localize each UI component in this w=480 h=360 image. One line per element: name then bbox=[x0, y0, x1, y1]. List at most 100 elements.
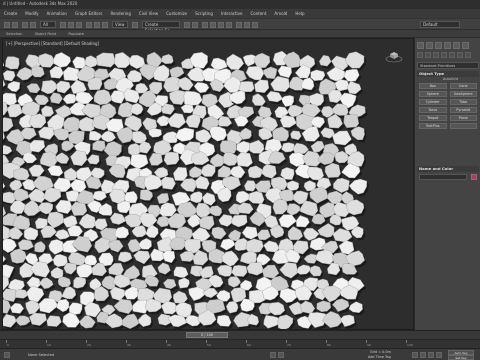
space-warps-icon[interactable] bbox=[457, 52, 463, 58]
rock[interactable] bbox=[299, 300, 316, 315]
rock[interactable] bbox=[286, 180, 300, 192]
workspace-dropdown[interactable]: Default bbox=[420, 21, 460, 28]
render-teapot-icon[interactable] bbox=[252, 22, 258, 28]
rock[interactable] bbox=[3, 288, 17, 303]
menu-item[interactable]: Modify bbox=[21, 11, 42, 16]
snap-icon[interactable] bbox=[132, 22, 138, 28]
rock[interactable] bbox=[288, 152, 306, 167]
rock[interactable] bbox=[185, 114, 201, 129]
rock[interactable] bbox=[251, 93, 266, 106]
menu-item[interactable]: Create bbox=[0, 11, 21, 16]
menu-item[interactable]: Graph Editors bbox=[71, 11, 106, 16]
rotate-icon[interactable] bbox=[94, 22, 100, 28]
autogrid-checkbox[interactable]: AutoGrid bbox=[443, 77, 458, 81]
ribbon-tab[interactable]: Populate bbox=[62, 32, 90, 36]
rock[interactable] bbox=[309, 265, 323, 277]
geometry-icon[interactable] bbox=[417, 52, 423, 58]
menu-item[interactable]: Animation bbox=[43, 11, 71, 16]
rock[interactable] bbox=[326, 190, 343, 205]
undo-icon[interactable] bbox=[4, 22, 10, 28]
menu-item[interactable]: Customize bbox=[162, 11, 191, 16]
align-icon[interactable] bbox=[192, 22, 198, 28]
rock[interactable] bbox=[34, 241, 46, 253]
rock[interactable] bbox=[5, 56, 20, 70]
name-and-color-rollout-header[interactable]: Name and Color bbox=[417, 166, 479, 172]
maxscript-listener-icon[interactable] bbox=[4, 352, 10, 358]
modify-tab-icon[interactable] bbox=[426, 42, 433, 49]
utilities-tab-icon[interactable] bbox=[462, 42, 469, 49]
rock[interactable] bbox=[127, 143, 141, 156]
rock[interactable] bbox=[247, 165, 263, 179]
ribbon-tab[interactable]: Object Paint bbox=[29, 32, 63, 36]
object-type-button[interactable]: Box bbox=[419, 83, 447, 89]
lights-icon[interactable] bbox=[433, 52, 439, 58]
rock[interactable] bbox=[281, 95, 294, 107]
rock[interactable] bbox=[236, 202, 254, 215]
rock[interactable] bbox=[231, 264, 248, 277]
rock[interactable] bbox=[70, 201, 88, 216]
primitive-category-dropdown[interactable]: Standard Primitives bbox=[417, 62, 479, 69]
set-key-button[interactable]: Set Key bbox=[448, 355, 474, 360]
next-frame-icon[interactable] bbox=[436, 352, 442, 358]
object-color-swatch[interactable] bbox=[471, 174, 477, 180]
rock[interactable] bbox=[96, 52, 116, 68]
named-selection-set-dropdown[interactable]: Create Selection Se bbox=[142, 21, 180, 33]
object-type-button[interactable]: Teapot bbox=[419, 115, 447, 121]
track-bar[interactable]: 0 10 20 30 40 50 60 70 80 90 100 bbox=[0, 339, 480, 348]
object-type-button[interactable]: Tube bbox=[449, 99, 477, 105]
time-slider-thumb[interactable]: 0 / 100 bbox=[186, 332, 228, 338]
previous-frame-icon[interactable] bbox=[420, 352, 426, 358]
hierarchy-tab-icon[interactable] bbox=[435, 42, 442, 49]
shapes-icon[interactable] bbox=[425, 52, 431, 58]
rock[interactable] bbox=[53, 128, 70, 141]
rock[interactable] bbox=[310, 69, 326, 81]
menu-item[interactable]: Scripting bbox=[191, 11, 217, 16]
play-icon[interactable] bbox=[428, 352, 434, 358]
selection-filter-dropdown[interactable]: All bbox=[40, 21, 56, 28]
menu-item[interactable]: Rendering bbox=[106, 11, 134, 16]
mirror-icon[interactable] bbox=[184, 22, 190, 28]
select-by-name-icon[interactable] bbox=[68, 22, 74, 28]
rock[interactable] bbox=[245, 65, 265, 81]
rock[interactable] bbox=[216, 264, 232, 277]
menu-item[interactable]: Content bbox=[246, 11, 270, 16]
motion-tab-icon[interactable] bbox=[444, 42, 451, 49]
object-type-button[interactable]: TextPlus bbox=[419, 123, 447, 129]
rock[interactable] bbox=[183, 90, 203, 106]
display-tab-icon[interactable] bbox=[453, 42, 460, 49]
layer-explorer-icon[interactable] bbox=[202, 22, 208, 28]
rock[interactable] bbox=[84, 55, 98, 68]
curve-editor-icon[interactable] bbox=[210, 22, 216, 28]
object-type-button[interactable]: GeoSphere bbox=[449, 91, 477, 97]
cameras-icon[interactable] bbox=[441, 52, 447, 58]
perspective-viewport[interactable]: [+] [Perspective] [Standard] [Default Sh… bbox=[2, 38, 414, 330]
rock[interactable] bbox=[248, 190, 265, 204]
rock[interactable] bbox=[178, 277, 190, 289]
render-setup-icon[interactable] bbox=[236, 22, 242, 28]
rock[interactable] bbox=[103, 141, 122, 158]
unlink-icon[interactable] bbox=[30, 22, 36, 28]
systems-icon[interactable] bbox=[465, 52, 471, 58]
rock[interactable] bbox=[84, 254, 98, 266]
select-object-icon[interactable] bbox=[60, 22, 66, 28]
rock[interactable] bbox=[57, 276, 72, 288]
ribbon-tab[interactable]: Selection bbox=[0, 32, 29, 36]
add-time-tag[interactable]: Add Time Tag bbox=[368, 355, 391, 359]
rectangular-selection-icon[interactable] bbox=[76, 22, 82, 28]
selection-lock-icon[interactable] bbox=[278, 352, 284, 358]
rock[interactable] bbox=[249, 139, 265, 154]
link-icon[interactable] bbox=[22, 22, 28, 28]
menu-item[interactable]: Interactive bbox=[217, 11, 247, 16]
rock[interactable] bbox=[26, 83, 41, 94]
rock[interactable] bbox=[238, 81, 255, 93]
rock[interactable] bbox=[40, 105, 55, 117]
time-slider[interactable]: 0 / 100 bbox=[0, 330, 480, 339]
rock[interactable] bbox=[50, 266, 64, 279]
rock[interactable] bbox=[281, 142, 295, 153]
rock[interactable] bbox=[160, 176, 176, 190]
redo-icon[interactable] bbox=[12, 22, 18, 28]
object-type-button[interactable]: Plane bbox=[449, 115, 477, 121]
rock[interactable] bbox=[311, 213, 326, 225]
rock[interactable] bbox=[173, 266, 189, 278]
object-type-button[interactable]: Pyramid bbox=[449, 107, 477, 113]
